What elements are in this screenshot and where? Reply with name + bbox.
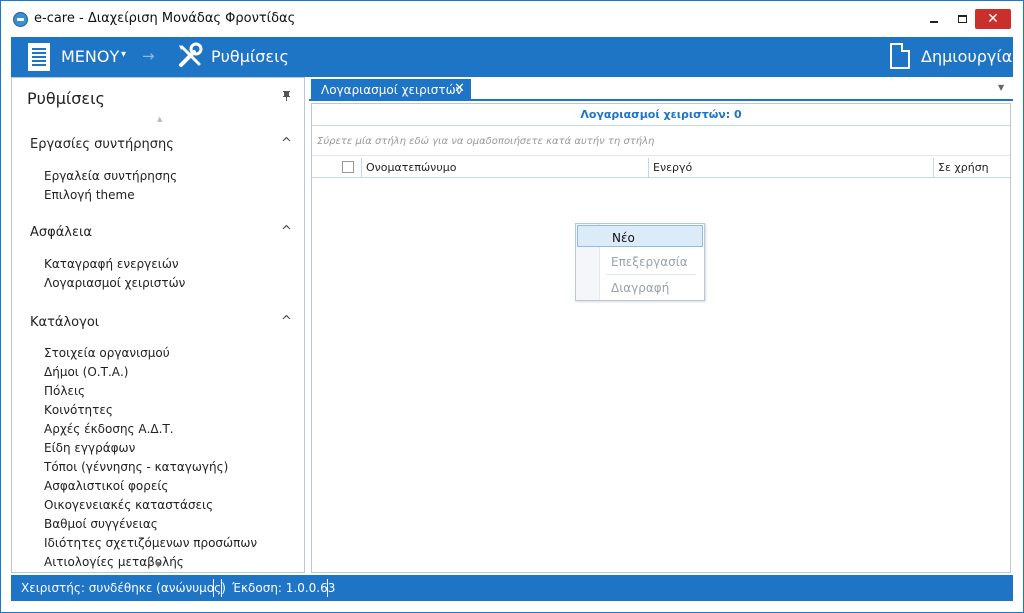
settings-panel: Ρυθμίσεις ▲ Εργασίες συντήρησης ^ Εργαλε… xyxy=(11,77,305,573)
nav-item-theme[interactable]: Επιλογή theme xyxy=(44,188,135,202)
maximize-icon xyxy=(957,15,967,23)
menu-item-delete[interactable]: Διαγραφή xyxy=(577,276,703,298)
nav-item-catalog[interactable]: Βαθμοί συγγένειας xyxy=(44,517,158,531)
minimize-button[interactable] xyxy=(919,9,949,29)
context-menu: Νέο Επεξεργασία Διαγραφή xyxy=(575,223,705,301)
window-title: e-care - Διαχείριση Μονάδας Φροντίδας xyxy=(34,11,296,26)
menu-document-icon[interactable] xyxy=(28,43,50,71)
menu-item-edit[interactable]: Επεξεργασία xyxy=(577,250,703,272)
nav-item-catalog[interactable]: Δήμοι (Ο.Τ.Α.) xyxy=(44,365,128,379)
column-header-row: Ονοματεπώνυμο Ενεργό Σε χρήση xyxy=(312,158,1010,178)
nav-item-catalog[interactable]: Ιδιότητες σχετιζόμενων προσώπων xyxy=(44,536,257,550)
new-document-icon[interactable] xyxy=(890,43,910,69)
tab-label: Λογαριασμοί χειριστών xyxy=(321,83,463,97)
app-logo-icon xyxy=(13,12,28,27)
close-icon: ✕ xyxy=(987,11,999,27)
nav-item-catalog[interactable]: Κοινότητες xyxy=(44,403,113,417)
select-all-checkbox[interactable] xyxy=(342,161,354,173)
tab-dropdown-icon[interactable]: ▼ xyxy=(998,83,1004,92)
nav-item-catalog[interactable]: Οικογενειακές καταστάσεις xyxy=(44,498,213,512)
nav-item-activity-log[interactable]: Καταγραφή ενεργειών xyxy=(44,257,179,271)
nav-item-catalog[interactable]: Στοιχεία οργανισμού xyxy=(44,346,170,360)
tools-icon xyxy=(179,42,203,67)
nav-item-catalog[interactable]: Αιτιολογίες μεταβολής xyxy=(44,555,184,569)
scroll-up-icon[interactable]: ▲ xyxy=(157,115,162,123)
nav-item-maintenance-tools[interactable]: Εργαλεία συντήρησης xyxy=(44,169,177,183)
nav-item-catalog[interactable]: Αρχές έκδοσης Α.Δ.Τ. xyxy=(44,422,174,436)
status-divider xyxy=(213,579,214,597)
column-header-in-use[interactable]: Σε χρήση xyxy=(933,158,1010,177)
menu-separator xyxy=(606,274,696,275)
status-version: Έκδοση: 1.0.0.63 xyxy=(232,581,336,595)
minimize-icon xyxy=(930,21,938,23)
group-by-panel[interactable]: Σύρετε μία στήλη εδώ για να ομαδοποιήσετ… xyxy=(312,126,1010,156)
tab-close-icon[interactable]: ✕ xyxy=(454,81,465,96)
status-bar: Χειριστής: συνδέθηκε (ανώνυμος) Έκδοση: … xyxy=(11,575,1013,601)
pin-icon[interactable] xyxy=(282,91,291,104)
group-maintenance-title[interactable]: Εργασίες συντήρησης xyxy=(30,137,174,152)
accounts-grid: Λογαριασμοί χειριστών: 0 Σύρετε μία στήλ… xyxy=(311,103,1011,573)
chevron-up-icon[interactable]: ^ xyxy=(281,136,292,151)
breadcrumb-arrow-icon: → xyxy=(142,47,155,65)
group-security-title[interactable]: Ασφάλεια xyxy=(30,225,92,240)
status-divider xyxy=(327,579,328,597)
status-user: Χειριστής: συνδέθηκε (ανώνυμος) xyxy=(21,581,226,595)
column-header-active[interactable]: Ενεργό xyxy=(648,158,933,177)
nav-item-catalog[interactable]: Τόποι (γέννησης - καταγωγής) xyxy=(44,460,228,474)
menu-button[interactable]: ΜΕΝΟΥ xyxy=(61,47,119,66)
document-tab-strip: Λογαριασμοί χειριστών ✕ ▼ xyxy=(309,77,1013,101)
nav-item-catalog[interactable]: Πόλεις xyxy=(44,384,85,398)
ribbon-settings-title: Ρυθμίσεις xyxy=(211,47,289,66)
nav-item-operator-accounts[interactable]: Λογαριασμοί χειριστών xyxy=(44,276,185,290)
scroll-down-icon[interactable]: ▼ xyxy=(155,560,161,569)
create-button[interactable]: Δημιουργία xyxy=(921,47,1012,66)
status-divider xyxy=(221,579,222,597)
tab-operator-accounts[interactable]: Λογαριασμοί χειριστών ✕ xyxy=(311,79,471,101)
grid-title: Λογαριασμοί χειριστών: 0 xyxy=(312,104,1010,126)
menu-item-new[interactable]: Νέο xyxy=(577,225,703,247)
nav-item-catalog[interactable]: Ασφαλιστικοί φορείς xyxy=(44,479,168,493)
title-bar[interactable]: e-care - Διαχείριση Μονάδας Φροντίδας ✕ xyxy=(1,1,1023,35)
pin-glyph-icon xyxy=(283,91,290,101)
chevron-up-icon[interactable]: ^ xyxy=(281,224,292,239)
app-window: e-care - Διαχείριση Μονάδας Φροντίδας ✕ … xyxy=(0,0,1024,613)
menu-caret-icon[interactable]: ▾ xyxy=(121,49,126,60)
close-button[interactable]: ✕ xyxy=(975,9,1011,29)
group-catalogs-title[interactable]: Κατάλογοι xyxy=(30,315,99,330)
nav-item-catalog[interactable]: Είδη εγγράφων xyxy=(44,441,135,455)
column-header-fullname[interactable]: Ονοματεπώνυμο xyxy=(361,158,648,177)
ribbon-bar: ΜΕΝΟΥ ▾ → Ρυθμίσεις Δημιουργία xyxy=(11,37,1013,77)
chevron-up-icon[interactable]: ^ xyxy=(281,314,292,329)
settings-panel-title: Ρυθμίσεις xyxy=(27,89,105,108)
maximize-button[interactable] xyxy=(947,9,977,29)
